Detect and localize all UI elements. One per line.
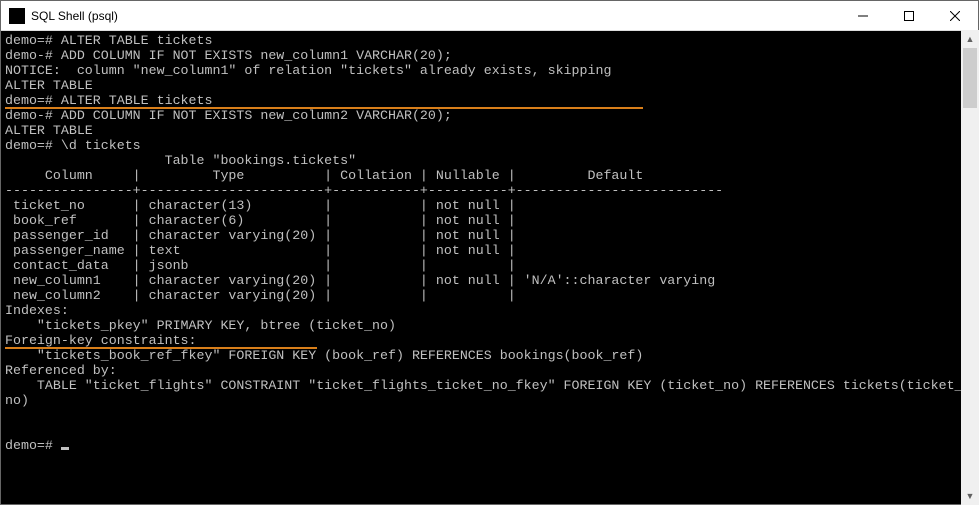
terminal-line: demo-# ADD COLUMN IF NOT EXISTS new_colu… <box>5 108 452 123</box>
terminal-line: new_column2 | character varying(20) | | … <box>5 288 516 303</box>
terminal-line: TABLE "ticket_flights" CONSTRAINT "ticke… <box>5 378 963 393</box>
terminal-line: ticket_no | character(13) | | not null | <box>5 198 516 213</box>
terminal-line: "tickets_pkey" PRIMARY KEY, btree (ticke… <box>5 318 396 333</box>
terminal-line: Table "bookings.tickets" <box>5 153 356 168</box>
terminal-line: demo-# ADD COLUMN IF NOT EXISTS new_colu… <box>5 48 452 63</box>
terminal-line: ALTER TABLE <box>5 123 93 138</box>
terminal-line: demo=# ALTER TABLE tickets <box>5 93 212 108</box>
terminal-line: NOTICE: column "new_column1" of relation… <box>5 63 611 78</box>
terminal-line: contact_data | jsonb | | | <box>5 258 516 273</box>
terminal-line: demo=# \d tickets <box>5 138 141 153</box>
window-title: SQL Shell (psql) <box>31 9 840 23</box>
window-titlebar: SQL Shell (psql) <box>1 1 978 31</box>
terminal-line: Foreign-key constraints: <box>5 333 197 348</box>
terminal-line: passenger_id | character varying(20) | |… <box>5 228 516 243</box>
close-icon <box>950 11 960 21</box>
scroll-up-icon[interactable]: ▲ <box>961 30 979 48</box>
vertical-scrollbar[interactable]: ▲ ▼ <box>961 30 979 505</box>
terminal-line: "tickets_book_ref_fkey" FOREIGN KEY (boo… <box>5 348 643 363</box>
scroll-down-icon[interactable]: ▼ <box>961 487 979 505</box>
scrollbar-thumb[interactable] <box>963 48 977 108</box>
terminal-line: ----------------+-----------------------… <box>5 183 723 198</box>
terminal-line: Referenced by: <box>5 363 117 378</box>
close-button[interactable] <box>932 1 978 31</box>
terminal-line: new_column1 | character varying(20) | | … <box>5 273 715 288</box>
cursor-icon <box>61 447 69 450</box>
terminal-line: demo=# ALTER TABLE tickets <box>5 33 212 48</box>
terminal-line: book_ref | character(6) | | not null | <box>5 213 516 228</box>
terminal-line: Column | Type | Collation | Nullable | D… <box>5 168 643 183</box>
app-icon <box>9 8 25 24</box>
terminal-line: passenger_name | text | | not null | <box>5 243 516 258</box>
minimize-icon <box>858 11 868 21</box>
maximize-button[interactable] <box>886 1 932 31</box>
terminal-prompt: demo=# <box>5 438 61 453</box>
terminal-line: ALTER TABLE <box>5 78 93 93</box>
maximize-icon <box>904 11 914 21</box>
terminal-line: no) <box>5 393 29 408</box>
terminal-line: Indexes: <box>5 303 69 318</box>
terminal-output[interactable]: demo=# ALTER TABLE tickets demo-# ADD CO… <box>1 31 978 504</box>
minimize-button[interactable] <box>840 1 886 31</box>
